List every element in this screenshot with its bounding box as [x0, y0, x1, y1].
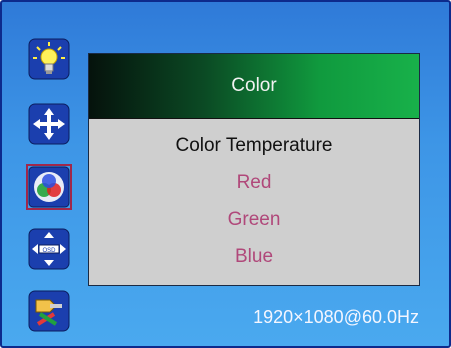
color-menu-panel: Color Color Temperature Red Green Blue [88, 53, 420, 286]
menu-title: Color [89, 54, 419, 119]
tools-icon[interactable] [28, 290, 70, 332]
svg-text:OSD: OSD [42, 248, 56, 254]
menu-item-blue[interactable]: Blue [89, 238, 419, 275]
position-arrows-icon[interactable] [28, 103, 70, 145]
brightness-bulb-icon[interactable] [28, 38, 70, 80]
menu-item-color-temperature[interactable]: Color Temperature [89, 127, 419, 164]
menu-item-red[interactable]: Red [89, 164, 419, 201]
resolution-osd-icon[interactable]: OSD [28, 228, 70, 270]
menu-item-green[interactable]: Green [89, 201, 419, 238]
menu-list: Color Temperature Red Green Blue [89, 127, 419, 275]
resolution-status: 1920×1080@60.0Hz [253, 307, 419, 327]
osd-window: OSD Color Color Temperature Red Green Bl… [0, 0, 451, 348]
color-rgb-icon[interactable] [26, 164, 72, 210]
